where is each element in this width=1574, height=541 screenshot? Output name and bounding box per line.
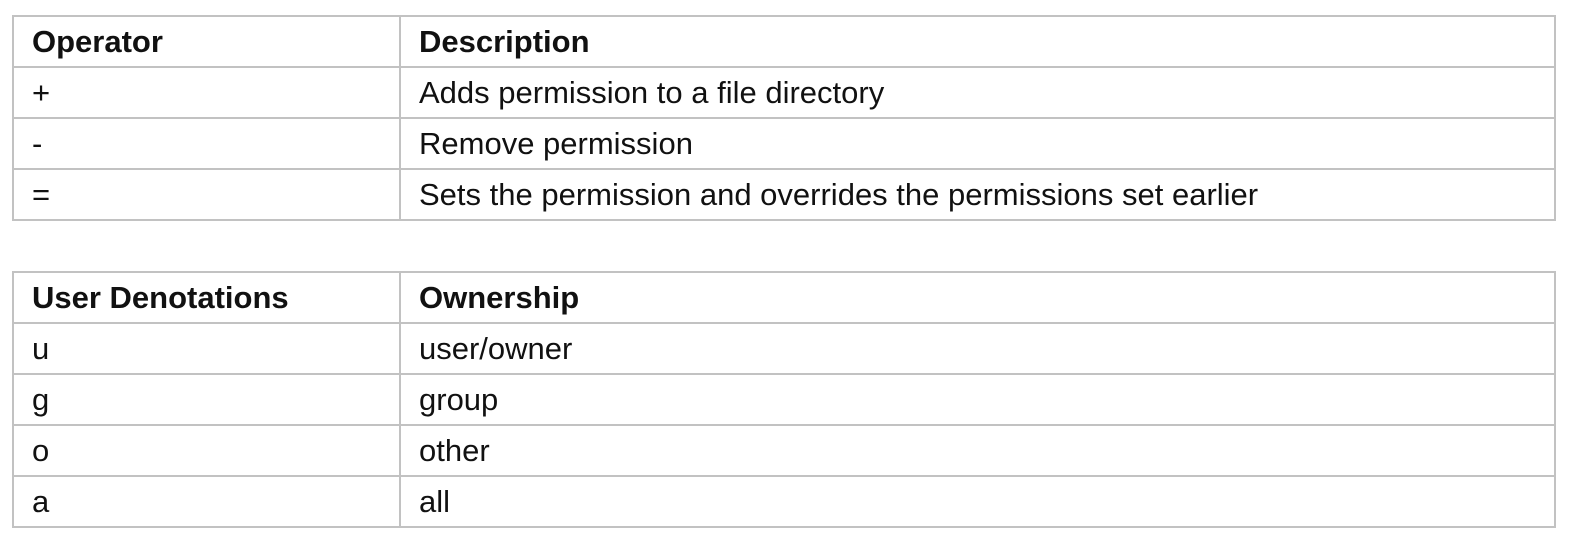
ownership-cell: all xyxy=(399,475,1556,528)
user-denotation-cell: g xyxy=(12,373,401,426)
operator-cell: - xyxy=(12,117,401,170)
ownership-cell: user/owner xyxy=(399,322,1556,375)
table-row: = Sets the permission and overrides the … xyxy=(12,168,1556,221)
description-cell: Sets the permission and overrides the pe… xyxy=(399,168,1556,221)
operators-table: Operator Description + Adds permission t… xyxy=(12,15,1556,221)
ownership-cell: other xyxy=(399,424,1556,477)
column-header-operator: Operator xyxy=(12,15,401,68)
table-row: g group xyxy=(12,373,1556,426)
table-header-row: User Denotations Ownership xyxy=(12,271,1556,324)
table-row: o other xyxy=(12,424,1556,477)
description-cell: Remove permission xyxy=(399,117,1556,170)
column-header-ownership: Ownership xyxy=(399,271,1556,324)
table-row: a all xyxy=(12,475,1556,528)
table-row: - Remove permission xyxy=(12,117,1556,170)
user-denotation-cell: a xyxy=(12,475,401,528)
column-header-user-denotations: User Denotations xyxy=(12,271,401,324)
description-cell: Adds permission to a file directory xyxy=(399,66,1556,119)
table-row: u user/owner xyxy=(12,322,1556,375)
table-header-row: Operator Description xyxy=(12,15,1556,68)
operator-cell: = xyxy=(12,168,401,221)
operator-cell: + xyxy=(12,66,401,119)
user-denotations-table: User Denotations Ownership u user/owner … xyxy=(12,271,1556,528)
user-denotation-cell: o xyxy=(12,424,401,477)
ownership-cell: group xyxy=(399,373,1556,426)
table-row: + Adds permission to a file directory xyxy=(12,66,1556,119)
user-denotation-cell: u xyxy=(12,322,401,375)
column-header-description: Description xyxy=(399,15,1556,68)
